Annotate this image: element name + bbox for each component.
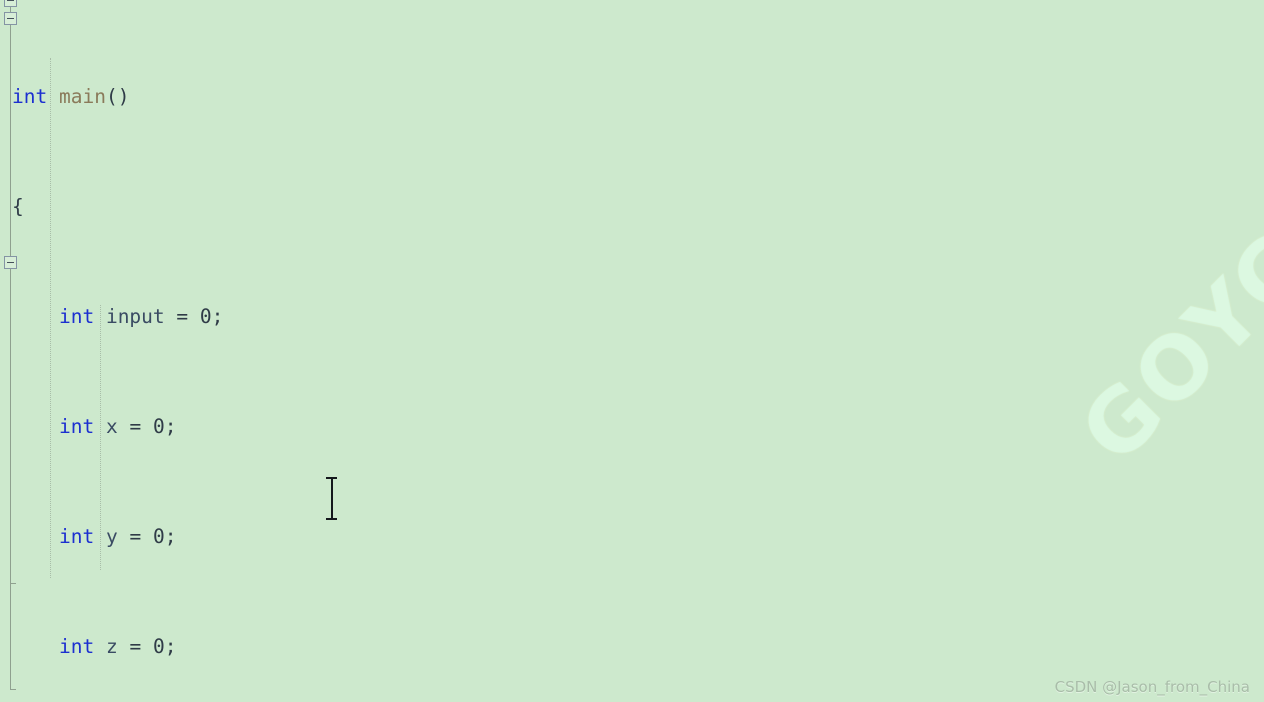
code-line-4[interactable]: int x = 0; [0,413,1264,441]
token-identifier-input: input [105,304,165,328]
code-editor-surface[interactable]: GOYCE int main() { int input = 0; int x … [0,0,1264,702]
token-keyword-int: int [12,84,48,108]
token-identifier-x: x [105,414,118,438]
code-line-1[interactable]: int main() [0,83,1264,111]
token-function-main: main [58,84,106,108]
token-brace-open: { [12,194,24,218]
code-text-area[interactable]: int main() { int input = 0; int x = 0; i… [0,0,1264,702]
code-line-5[interactable]: int y = 0; [0,523,1264,551]
token-identifier-y: y [105,524,118,548]
code-line-3[interactable]: int input = 0; [0,303,1264,331]
code-line-2[interactable]: { [0,193,1264,221]
token-identifier-z: z [105,634,118,658]
code-line-6[interactable]: int z = 0; [0,633,1264,661]
